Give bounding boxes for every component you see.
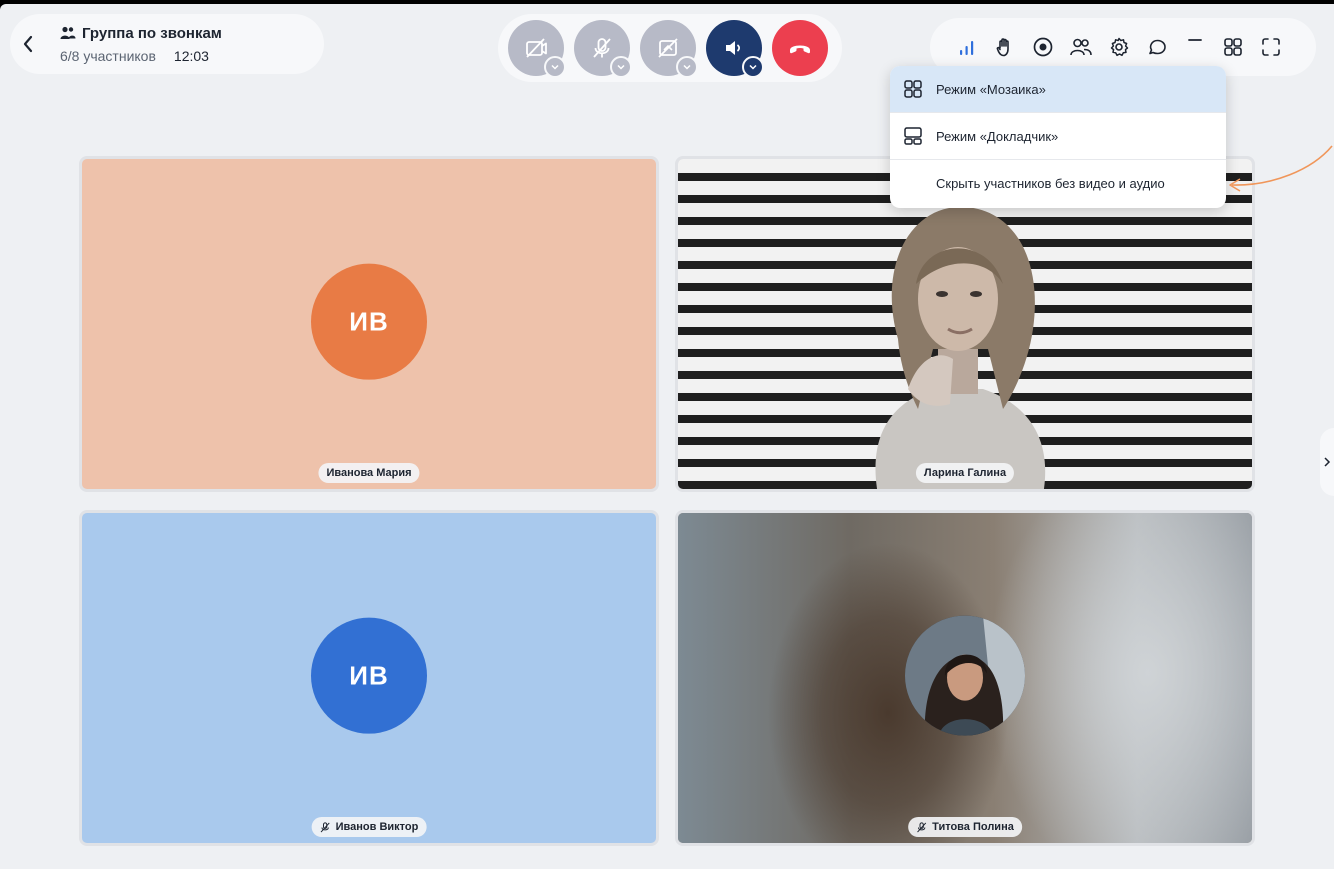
participants-icon — [1070, 38, 1092, 56]
call-duration: 12:03 — [173, 47, 209, 64]
call-controls — [498, 14, 842, 82]
network-quality-button[interactable] — [952, 32, 982, 62]
menu-item-label: Режим «Мозаика» — [936, 81, 1046, 97]
camera-options-button[interactable] — [544, 56, 566, 78]
fullscreen-icon — [1262, 38, 1280, 56]
mic-off-icon — [593, 38, 611, 58]
screen-share-toggle-button[interactable] — [640, 20, 698, 78]
menu-item-hide-inactive[interactable]: Скрыть участников без видео и аудио — [890, 160, 1226, 207]
participant-name: Ларина Галина — [923, 467, 1007, 479]
record-icon — [1033, 37, 1053, 57]
participant-photo — [905, 615, 1025, 736]
video-call-screen: Группа по звонкам 6/8 участников 12:03 Р… — [0, 4, 1334, 869]
speaker-icon — [726, 41, 741, 55]
chevron-right-icon — [1324, 457, 1331, 467]
layout-menu: Режим «Мозаика» Режим «Докладчик» Скрыть… — [890, 66, 1226, 208]
minimize-button[interactable] — [1180, 32, 1210, 62]
chat-icon — [1149, 39, 1166, 55]
screen-share-options-button[interactable] — [676, 56, 698, 78]
settings-icon — [1110, 37, 1129, 57]
participant-name-badge: Титова Полина — [908, 817, 1022, 837]
participants-count: 6/8 участников — [60, 47, 156, 64]
record-button[interactable] — [1028, 32, 1058, 62]
end-call-button[interactable] — [772, 20, 828, 76]
participant-name: Титова Полина — [932, 821, 1014, 833]
menu-item-label: Режим «Докладчик» — [936, 128, 1059, 144]
participant-name: Иванов Виктор — [335, 821, 419, 833]
minimize-icon — [1188, 39, 1202, 41]
participant-name-badge: Ларина Галина — [915, 463, 1015, 483]
participant-name-badge: Иванов Виктор — [311, 817, 427, 837]
avatar — [905, 615, 1025, 736]
participant-tile[interactable]: ИВ Иванова Мария — [79, 156, 659, 492]
signal-icon — [960, 41, 974, 55]
menu-item-label: Скрыть участников без видео и аудио — [936, 176, 1165, 191]
participant-video-image — [875, 206, 1046, 489]
participants-button[interactable] — [1066, 32, 1096, 62]
menu-item-mosaic[interactable]: Режим «Мозаика» — [890, 66, 1226, 113]
settings-button[interactable] — [1104, 32, 1134, 62]
mosaic-icon — [904, 80, 922, 98]
fullscreen-button[interactable] — [1256, 32, 1286, 62]
call-info-panel: Группа по звонкам 6/8 участников 12:03 — [10, 14, 324, 74]
chevron-down-icon — [749, 64, 757, 70]
screen-share-off-icon — [658, 38, 678, 58]
annotation-arrow — [1229, 145, 1333, 192]
camera-toggle-button[interactable] — [508, 20, 566, 78]
speaker-toggle-button[interactable] — [706, 20, 764, 78]
phone-hangup-icon — [790, 45, 810, 54]
chevron-down-icon — [617, 64, 625, 70]
avatar: ИВ — [311, 263, 427, 380]
raise-hand-icon — [996, 38, 1009, 57]
camera-off-icon — [526, 38, 547, 58]
group-title-row: Группа по звонкам — [60, 25, 222, 42]
group-title: Группа по звонкам — [82, 24, 222, 42]
participant-name: Иванова Мария — [326, 467, 412, 479]
avatar: ИВ — [311, 617, 427, 734]
group-icon — [60, 26, 76, 39]
chevron-left-icon — [23, 35, 33, 53]
speaker-layout-icon — [904, 127, 922, 145]
side-panel-toggle[interactable] — [1320, 428, 1334, 496]
menu-item-speaker[interactable]: Режим «Докладчик» — [890, 113, 1226, 160]
raise-hand-button[interactable] — [990, 32, 1020, 62]
chat-button[interactable] — [1142, 32, 1172, 62]
microphone-toggle-button[interactable] — [574, 20, 632, 78]
mic-off-icon — [917, 821, 927, 832]
chevron-down-icon — [683, 64, 691, 70]
layout-button[interactable] — [1218, 32, 1248, 62]
microphone-options-button[interactable] — [610, 56, 632, 78]
participant-tile[interactable]: Титова Полина — [675, 510, 1255, 846]
back-button[interactable] — [10, 14, 46, 74]
participant-tile[interactable]: ИВ Иванов Виктор — [79, 510, 659, 846]
speaker-options-button[interactable] — [742, 56, 764, 78]
chevron-down-icon — [551, 64, 559, 70]
mic-off-icon — [320, 821, 330, 832]
participant-name-badge: Иванова Мария — [318, 463, 420, 483]
layout-grid-icon — [1224, 38, 1242, 56]
